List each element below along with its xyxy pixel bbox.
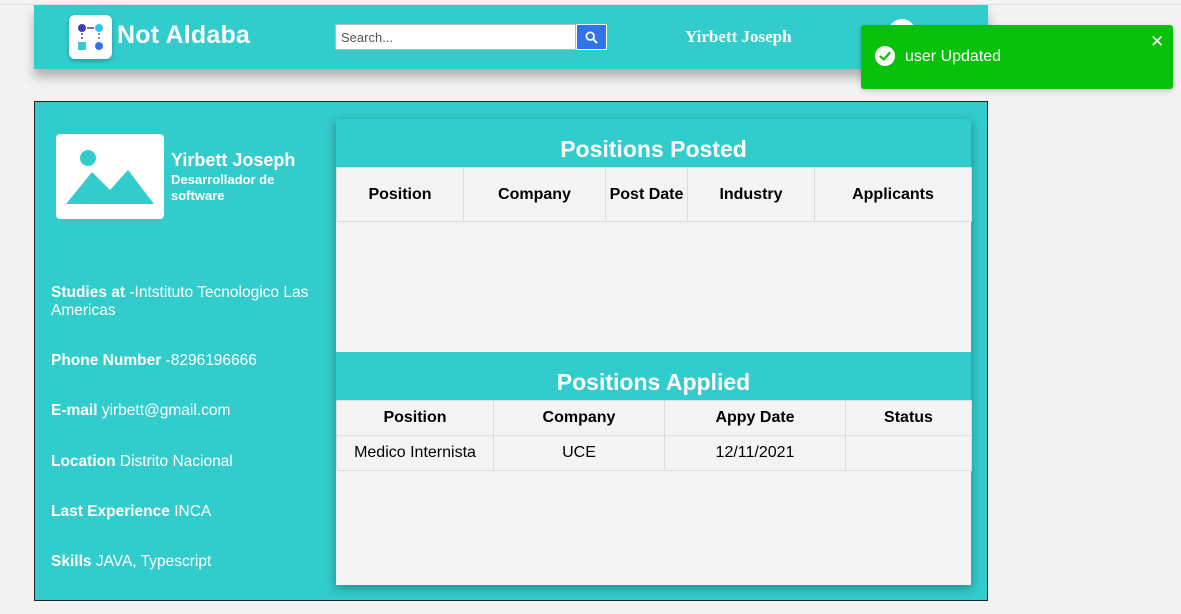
column-header[interactable]: Appy Date [664, 400, 846, 436]
profile-panel: Yirbett Joseph Desarrollador de software… [34, 101, 988, 601]
table-cell: 12/11/2021 [664, 435, 846, 471]
info-value: Distrito Nacional [119, 453, 233, 470]
column-header[interactable]: Applicants [814, 167, 972, 222]
info-skills: Skills JAVA, Typescript [51, 553, 311, 571]
navbar: Not Aldaba Yirbett Joseph [34, 5, 988, 69]
info-value: JAVA, Typescript [95, 553, 212, 570]
logo-icon[interactable] [69, 15, 112, 59]
check-circle-icon [875, 46, 895, 66]
nav-user-name[interactable]: Yirbett Joseph [685, 27, 792, 47]
info-location: Location Distrito Nacional [51, 453, 311, 471]
column-header[interactable]: Company [493, 400, 665, 436]
toast-message: user Updated [905, 48, 1002, 65]
positions-applied-table: Position Company Appy Date Status Medico… [336, 400, 972, 471]
info-label: Skills [51, 553, 92, 570]
table-cell: Medico Internista [336, 435, 494, 471]
toast-notification: user Updated ✕ [861, 25, 1173, 89]
search-button[interactable] [576, 24, 607, 50]
positions-posted-title: Positions Posted [336, 119, 971, 167]
table-header-row: Position Company Post Date Industry Appl… [336, 167, 972, 222]
search-icon [585, 30, 598, 44]
profile-title: Desarrollador de software [171, 172, 275, 203]
profile-name: Yirbett Joseph [171, 150, 296, 170]
info-last-experience: Last Experience INCA [51, 503, 311, 521]
table-cell: UCE [493, 435, 665, 471]
table-cell [845, 435, 972, 471]
search-input[interactable] [335, 24, 576, 50]
info-value: yirbett@gmail.com [101, 402, 231, 419]
info-label: Studies at [51, 284, 126, 301]
brand-name[interactable]: Not Aldaba [117, 21, 250, 50]
positions-card: Positions Posted Position Company Post D… [336, 119, 972, 585]
column-header[interactable]: Company [463, 167, 606, 222]
table-row[interactable]: Medico Internista UCE 12/11/2021 [336, 435, 972, 471]
column-header[interactable]: Position [336, 167, 464, 222]
image-placeholder-icon [66, 150, 154, 204]
info-label: Location [51, 453, 116, 470]
info-phone: Phone Number -8296196666 [51, 352, 311, 370]
info-value: -8296196666 [165, 352, 257, 369]
positions-posted-table: Position Company Post Date Industry Appl… [336, 167, 972, 222]
profile-picture [56, 134, 164, 219]
info-label: E-mail [51, 402, 98, 419]
column-header[interactable]: Position [336, 400, 494, 436]
info-value: INCA [174, 503, 212, 520]
positions-applied-title: Positions Applied [336, 352, 971, 400]
info-email: E-mail yirbett@gmail.com [51, 402, 311, 420]
info-label: Last Experience [51, 503, 170, 520]
info-studies: Studies at -Intstituto Tecnologico Las A… [51, 284, 311, 320]
close-icon[interactable]: ✕ [1150, 33, 1164, 50]
column-header[interactable]: Post Date [605, 167, 688, 222]
column-header[interactable]: Status [845, 400, 972, 436]
info-label: Phone Number [51, 352, 162, 369]
table-header-row: Position Company Appy Date Status [336, 400, 972, 436]
column-header[interactable]: Industry [687, 167, 815, 222]
